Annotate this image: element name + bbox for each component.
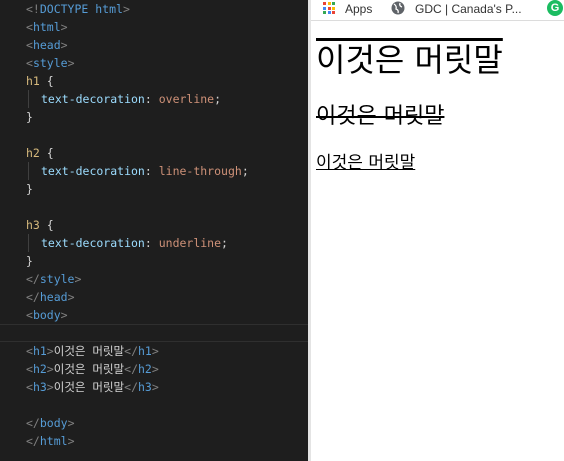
browser-preview: Apps GDC | Canada's P... G 이것은 머릿말 이것은 머… [311, 0, 564, 461]
code-line-body-open[interactable]: <body> [0, 306, 308, 324]
grammarly-extension-icon[interactable]: G [547, 0, 563, 16]
code-line-head-close[interactable]: </head> [0, 288, 308, 306]
code-line-blank[interactable] [0, 396, 308, 414]
code-line-blank[interactable] [0, 126, 308, 144]
code-line-h3-selector[interactable]: h3 { [0, 216, 308, 234]
code-line-current-cursor[interactable] [0, 324, 308, 342]
code-line-blank[interactable] [0, 198, 308, 216]
code-line-h2-rule[interactable]: text-decoration: line-through; [0, 162, 308, 180]
code-line-style-open[interactable]: <style> [0, 54, 308, 72]
code-line-body-close[interactable]: </body> [0, 414, 308, 432]
code-line-h2-element[interactable]: <h2>이것은 머릿말</h2> [0, 360, 308, 378]
code-line-h1-element[interactable]: <h1>이것은 머릿말</h1> [0, 342, 308, 360]
code-line-head-open[interactable]: <head> [0, 36, 308, 54]
code-line-h2-close[interactable]: } [0, 180, 308, 198]
code-line-h3-element[interactable]: <h3>이것은 머릿말</h3> [0, 378, 308, 396]
code-line-h1-rule[interactable]: text-decoration: overline; [0, 90, 308, 108]
code-line-h3-close[interactable]: } [0, 252, 308, 270]
apps-grid-icon[interactable] [323, 2, 335, 14]
code-line-h1-close[interactable]: } [0, 108, 308, 126]
code-line-html-close[interactable]: </html> [0, 432, 308, 450]
bookmarks-bar: Apps GDC | Canada's P... G [311, 0, 564, 21]
heading-3-underline: 이것은 머릿말 [316, 153, 416, 173]
code-line-doctype[interactable]: <!DOCTYPE html> [0, 0, 308, 18]
code-editor[interactable]: <!DOCTYPE html> <html> <head> <style> h1… [0, 0, 308, 461]
heading-1-overline: 이것은 머릿말 [316, 41, 503, 79]
code-line-h2-selector[interactable]: h2 { [0, 144, 308, 162]
gdc-bookmark[interactable]: GDC | Canada's P... [415, 0, 522, 18]
code-line-html-open[interactable]: <html> [0, 18, 308, 36]
code-line-h3-rule[interactable]: text-decoration: underline; [0, 234, 308, 252]
heading-2-line-through: 이것은 머릿말 [316, 104, 445, 129]
code-line-style-close[interactable]: </style> [0, 270, 308, 288]
code-line-h1-selector[interactable]: h1 { [0, 72, 308, 90]
apps-bookmark[interactable]: Apps [345, 0, 372, 18]
globe-icon [391, 1, 405, 15]
